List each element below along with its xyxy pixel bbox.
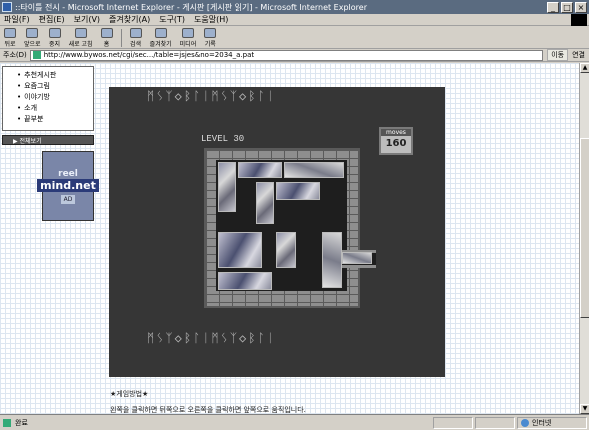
status-text: 완료 [15,418,28,427]
menu-tools[interactable]: 도구(T) [159,14,185,25]
stop-icon [48,27,61,38]
back-icon [4,27,16,38]
menu-help[interactable]: 도움말(H) [194,14,228,25]
instructions-text: 왼쪽을 클릭하면 뒤쪽으로 오른쪽을 클릭하면 앞쪽으로 움직입니다. [110,406,306,414]
close-button[interactable]: × [575,1,587,13]
page-icon [32,51,41,59]
window-title: ::타이틀 전시 - Microsoft Internet Explorer -… [15,2,367,12]
ie-icon [2,2,12,12]
back-button[interactable]: 뒤로 [4,27,16,48]
puzzle-piece[interactable] [284,162,344,178]
search-button[interactable]: 검색 [129,27,142,48]
maximize-button[interactable]: □ [561,1,573,13]
puzzle-piece[interactable] [342,252,372,264]
ad-banner[interactable]: reel mind.net AD [37,151,99,221]
puzzle-piece[interactable] [276,232,296,268]
scroll-down-icon[interactable]: ▼ [580,404,589,414]
title-bar: ::타이틀 전시 - Microsoft Internet Explorer -… [0,0,589,14]
level-title: LEVEL 30 [201,134,245,144]
vertical-scrollbar[interactable]: ▲ ▼ [579,63,589,414]
side-menu-item[interactable]: 끝부분 [17,114,93,125]
menu-edit[interactable]: 편집(E) [39,14,65,25]
favorites-button[interactable]: 즐겨찾기 [150,27,172,48]
menu-view[interactable]: 보기(V) [74,14,100,25]
security-zone: 인터넷 [517,416,587,429]
puzzle-piece[interactable] [256,182,274,224]
globe-icon [521,418,529,427]
game-deco-bottom: ᛗᛊᛉ◇ᛒᛚᛁᛗᛊᛉ◇ᛒᛚᛁ [147,331,276,345]
search-icon [129,27,142,38]
address-input[interactable]: http://www.bywos.net/cgi/sec.../table=js… [29,49,544,61]
windows-logo-icon [571,14,587,26]
minimize-button[interactable]: _ [547,1,559,13]
history-button[interactable]: 기록 [204,27,217,48]
puzzle-piece[interactable] [218,232,262,268]
puzzle-piece[interactable] [218,272,272,290]
address-bar: 주소(D) http://www.bywos.net/cgi/sec.../ta… [0,49,589,62]
history-icon [204,27,217,38]
address-value: http://www.bywos.net/cgi/sec.../table=js… [43,51,255,59]
banner-line2: mind.net [37,178,99,192]
game-deco-top: ᛗᛊᛉ◇ᛒᛚᛁᛗᛊᛉ◇ᛒᛚᛁ [147,89,276,103]
toolbar: 뒤로 앞으로 중지 새로 고침 홈 검색 즐겨찾기 미디어 기록 [0,27,589,49]
puzzle-board [204,148,376,308]
status-text-area: 완료 [3,418,433,428]
side-menu: 추천게시판 요즘그림 이야기방 소개 끝부분 [2,66,94,131]
stop-button[interactable]: 중지 [48,27,61,48]
puzzle-piece[interactable] [276,182,320,200]
page-done-icon [3,418,11,427]
refresh-icon [74,27,87,38]
go-button[interactable]: 이동 [547,49,569,61]
zone-label: 인터넷 [532,418,552,427]
puzzle-piece[interactable] [322,232,342,288]
page-content: 추천게시판 요즘그림 이야기방 소개 끝부분 ▶ 전체보기 reel mind.… [0,63,579,414]
forward-icon [26,27,39,38]
toolbar-separator [120,28,122,47]
side-menu-item[interactable]: 추천게시판 [17,70,93,81]
moves-label: moves [381,129,411,136]
status-cell [433,416,473,429]
puzzle-game-area[interactable]: ᛗᛊᛉ◇ᛒᛚᛁᛗᛊᛉ◇ᛒᛚᛁ LEVEL 30 moves 160 ᛗᛊᛉ◇ᛒᛚ… [109,87,445,377]
favorites-icon [154,27,167,38]
puzzle-piece[interactable] [218,162,236,212]
banner-line1: reel [58,168,78,179]
status-cell [475,416,515,429]
menu-favorites[interactable]: 즐겨찾기(A) [109,14,150,25]
moves-value: 160 [385,138,407,149]
media-icon [181,27,194,38]
scroll-up-icon[interactable]: ▲ [580,63,589,73]
moves-counter: moves 160 [379,127,413,155]
home-icon [100,27,113,38]
address-label: 주소(D) [3,51,27,59]
puzzle-piece[interactable] [238,162,282,178]
side-menu-item[interactable]: 요즘그림 [17,81,93,92]
links-button[interactable]: 연결 [572,50,585,60]
menu-file[interactable]: 파일(F) [4,14,30,25]
instructions-heading: ★게임방법★ [110,390,149,398]
media-button[interactable]: 미디어 [180,27,196,48]
forward-button[interactable]: 앞으로 [24,27,41,48]
home-button[interactable]: 홈 [100,27,113,48]
banner-line3: AD [60,194,76,204]
side-menu-item[interactable]: 이야기방 [17,92,93,103]
side-button[interactable]: ▶ 전체보기 [2,135,94,145]
side-menu-item[interactable]: 소개 [17,103,93,114]
menu-bar: 파일(F) 편집(E) 보기(V) 즐겨찾기(A) 도구(T) 도움말(H) [0,14,589,26]
status-bar: 완료 인터넷 [0,414,589,430]
refresh-button[interactable]: 새로 고침 [69,27,93,48]
scroll-thumb[interactable] [580,138,589,318]
